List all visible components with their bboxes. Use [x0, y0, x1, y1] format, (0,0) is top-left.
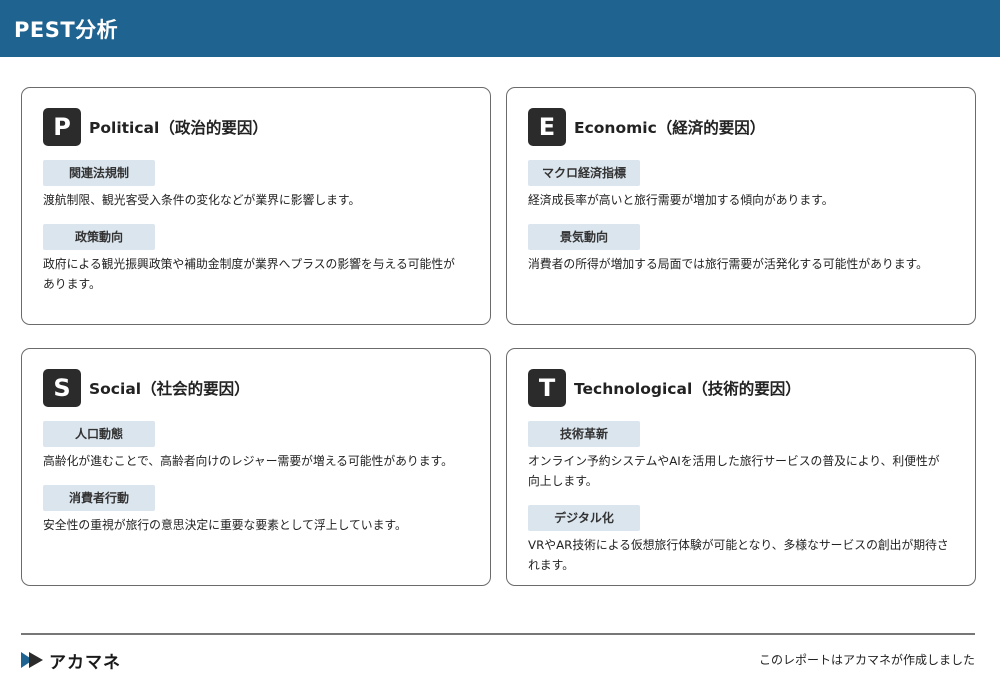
footer-credit: このレポートはアカマネが作成しました: [758, 653, 975, 667]
card-technological: T Technological（技術的要因） 技術革新 オンライン予約システムや…: [506, 348, 976, 586]
card-title: Economic（経済的要因）: [574, 119, 766, 137]
factor-description: 渡航制限、観光客受入条件の変化などが業界に影響します。: [43, 193, 361, 207]
factor-description: 経済成長率が高いと旅行需要が増加する傾向があります。: [528, 193, 834, 207]
page-title: PEST分析: [14, 17, 119, 42]
factor-tag: マクロ経済指標: [528, 160, 640, 186]
factor-description: オンライン予約システムやAIを活用した旅行サービスの普及により、利便性が向上しま…: [528, 454, 940, 488]
factor-description: 消費者の所得が増加する局面では旅行需要が活発化する可能性があります。: [528, 257, 928, 271]
card-header: S Social（社会的要因）: [43, 369, 469, 407]
factor-tag: 景気動向: [528, 224, 640, 250]
play-arrow-logo-icon: [21, 652, 43, 668]
factor-description: 安全性の重視が旅行の意思決定に重要な要素として浮上しています。: [43, 518, 407, 532]
card-political: P Political（政治的要因） 関連法規制 渡航制限、観光客受入条件の変化…: [21, 87, 491, 325]
factor-description: 高齢化が進むことで、高齢者向けのレジャー需要が増える可能性があります。: [43, 454, 453, 468]
factor-tag: 政策動向: [43, 224, 155, 250]
card-header: E Economic（経済的要因）: [528, 108, 954, 146]
factor-tag: 関連法規制: [43, 160, 155, 186]
factor-description: VRやAR技術による仮想旅行体験が可能となり、多様なサービスの創出が期待されます…: [528, 538, 949, 572]
card-economic: E Economic（経済的要因） マクロ経済指標 経済成長率が高いと旅行需要が…: [506, 87, 976, 325]
card-social: S Social（社会的要因） 人口動態 高齢化が進むことで、高齢者向けのレジャ…: [21, 348, 491, 586]
letter-badge: T: [528, 369, 566, 407]
card-title: Social（社会的要因）: [89, 380, 250, 398]
factor-description: 政府による観光振興政策や補助金制度が業界へプラスの影響を与える可能性があります。: [43, 257, 455, 291]
card-header: T Technological（技術的要因）: [528, 369, 954, 407]
factor-tag: 技術革新: [528, 421, 640, 447]
letter-badge: E: [528, 108, 566, 146]
factor-tag: 消費者行動: [43, 485, 155, 511]
page-header: PEST分析: [0, 0, 1000, 57]
letter-badge: P: [43, 108, 81, 146]
card-header: P Political（政治的要因）: [43, 108, 469, 146]
factor-tag: デジタル化: [528, 505, 640, 531]
letter-badge: S: [43, 369, 81, 407]
card-title: Political（政治的要因）: [89, 119, 268, 137]
factor-tag: 人口動態: [43, 421, 155, 447]
brand-name: アカマネ: [49, 652, 121, 673]
card-title: Technological（技術的要因）: [574, 380, 801, 398]
footer-divider: [21, 633, 975, 635]
brand-logo: アカマネ: [21, 648, 121, 673]
